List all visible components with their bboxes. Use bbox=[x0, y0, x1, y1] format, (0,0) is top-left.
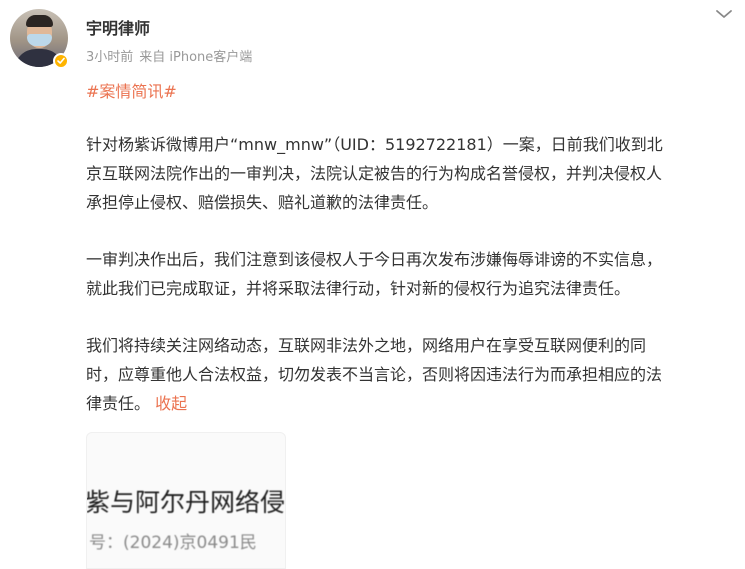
avatar-mask bbox=[27, 34, 52, 46]
paragraph-line: 我们将持续关注网络动态，互联网非法外之地，网络用户在享受互联网便利的同 bbox=[86, 336, 647, 355]
post-time[interactable]: 3小时前 bbox=[86, 50, 133, 65]
paragraph-1: 针对杨紫诉微博用户“mnw_mnw”（UID：5192722181）一案，日前我… bbox=[86, 130, 741, 217]
paragraph-line: 一审判决作出后，我们注意到该侵权人于今日再次发布涉嫌侮辱诽谤的不实信息， bbox=[86, 250, 663, 269]
more-options-button[interactable] bbox=[713, 4, 735, 24]
verified-badge-icon bbox=[53, 53, 69, 69]
paragraph-line: 就此我们已完成取证，并将采取法律行动，针对新的侵权行为追究法律责任。 bbox=[86, 279, 631, 298]
post-source: 来自 iPhone客户端 bbox=[139, 50, 253, 65]
topic-hashtag[interactable]: #案情简讯# bbox=[86, 78, 177, 102]
post-content: 针对杨紫诉微博用户“mnw_mnw”（UID：5192722181）一案，日前我… bbox=[86, 130, 741, 446]
author-name[interactable]: 宇明律师 bbox=[86, 15, 150, 39]
collapse-link[interactable]: 收起 bbox=[155, 394, 187, 413]
paragraph-3: 我们将持续关注网络动态，互联网非法外之地，网络用户在享受互联网便利的同 时，应尊… bbox=[86, 331, 741, 418]
paragraph-line: 京互联网法院作出的一审判决，法院认定被告的行为构成名誉侵权，并判决侵权人 bbox=[86, 164, 663, 183]
post-meta: 3小时前 来自 iPhone客户端 bbox=[86, 46, 252, 65]
attached-image[interactable]: 紫与阿尔丹网络侵 号：(2024)京0491民 bbox=[86, 432, 286, 569]
image-text-line: 号：(2024)京0491民 bbox=[89, 533, 257, 553]
chevron-down-icon bbox=[716, 10, 732, 18]
paragraph-2: 一审判决作出后，我们注意到该侵权人于今日再次发布涉嫌侮辱诽谤的不实信息， 就此我… bbox=[86, 245, 741, 303]
paragraph-line: 时，应尊重他人合法权益，切勿发表不当言论，否则将因违法行为而承担相应的法 bbox=[86, 365, 663, 384]
paragraph-line: 律责任。 bbox=[86, 394, 151, 413]
avatar-hair bbox=[26, 15, 53, 27]
image-text-line: 紫与阿尔丹网络侵 bbox=[86, 488, 286, 517]
paragraph-line: 承担停止侵权、赔偿损失、赔礼道歉的法律责任。 bbox=[86, 193, 439, 212]
paragraph-line: 针对杨紫诉微博用户“mnw_mnw”（UID：5192722181）一案，日前我… bbox=[86, 135, 663, 154]
